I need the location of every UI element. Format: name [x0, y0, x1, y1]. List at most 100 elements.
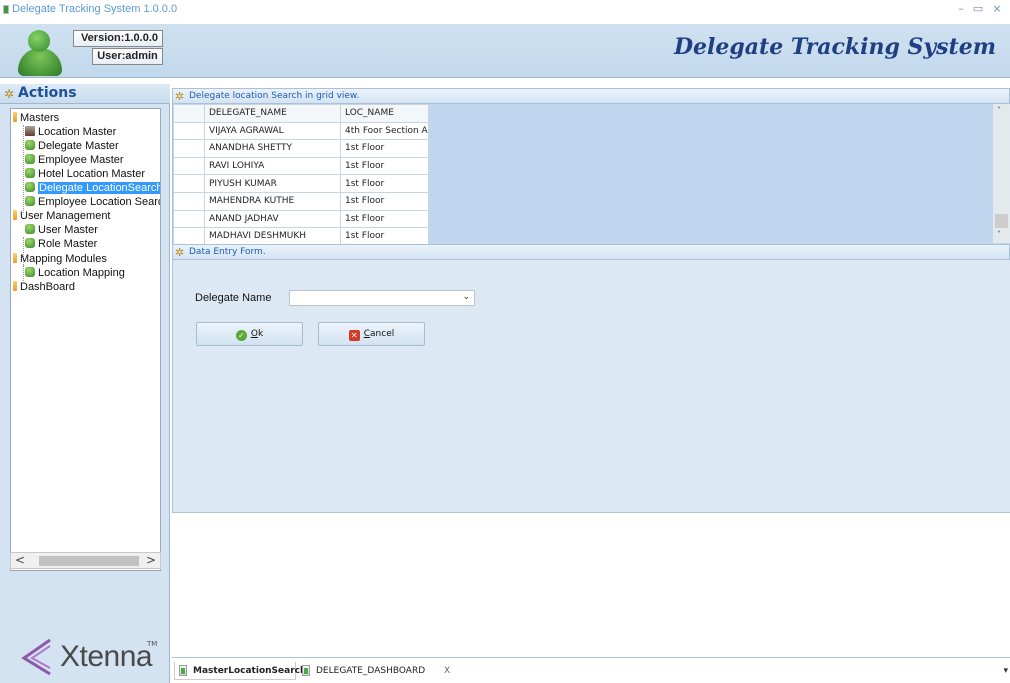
table-row[interactable]: PIYUSH KUMAR 1st Floor — [173, 174, 429, 193]
grid-vertical-scrollbar[interactable]: ˄ ˅ — [993, 104, 1010, 243]
user-icon — [25, 140, 35, 151]
app-brand-title: Delegate Tracking System — [673, 34, 996, 60]
tree-horizontal-scrollbar[interactable]: < > — [10, 552, 161, 569]
tab-label: DELEGATE_DASHBOARD — [316, 666, 426, 676]
grid-header-row: DELEGATE_NAME LOC_NAME — [173, 104, 429, 123]
delegate-name-cell[interactable]: PIYUSH KUMAR — [204, 174, 341, 193]
scroll-up-arrow-icon[interactable]: ˄ — [997, 106, 1001, 115]
delegate-name-select[interactable]: ⌄ — [289, 290, 475, 306]
user-icon — [25, 266, 35, 277]
tree-item[interactable]: Mapping Modules — [13, 252, 107, 266]
tree-item-label: Delegate LocationSearch — [38, 182, 160, 195]
tree-item[interactable]: User Master — [25, 224, 98, 237]
logo-mark-icon — [21, 638, 51, 676]
tab-close-icon[interactable]: X — [444, 666, 450, 676]
maximize-button[interactable]: ▭ — [972, 2, 984, 15]
tab-label: MasterLocationSearch — [193, 666, 307, 676]
tree-item[interactable]: Hotel Location Master — [25, 168, 145, 181]
location-name-cell[interactable]: 1st Floor — [340, 156, 429, 176]
location-name-cell[interactable]: 1st Floor — [340, 174, 429, 193]
location-name-cell[interactable]: 1st Floor — [340, 227, 429, 246]
row-header[interactable] — [173, 174, 205, 193]
app-header: Version:1.0.0.0 User:admin Delegate Trac… — [0, 24, 1010, 78]
check-icon: ✓ — [235, 330, 247, 341]
scroll-down-arrow-icon[interactable]: ˅ — [997, 230, 1001, 239]
tree-item[interactable]: Masters — [13, 112, 59, 125]
location-name-cell[interactable]: 1st Floor — [340, 209, 429, 229]
navigation-tree[interactable]: Masters Location Master Delegate Master Emp… — [10, 108, 161, 571]
table-row[interactable]: RAVI LOHIYA 1st Floor — [173, 156, 429, 176]
tab-list-arrow-icon[interactable]: ▾ — [1003, 666, 1008, 676]
xtenna-logo: Xtenna TM — [20, 634, 165, 679]
tree-item[interactable]: Role Master — [25, 238, 97, 251]
tree-item[interactable]: Location Master — [25, 126, 116, 139]
user-label: User:admin — [92, 48, 163, 65]
user-icon — [25, 224, 35, 235]
location-name-cell[interactable]: 1st Floor — [340, 139, 429, 158]
row-header[interactable] — [173, 156, 205, 176]
table-row[interactable]: MAHENDRA KUTHE 1st Floor — [173, 191, 429, 211]
location-name-cell[interactable]: 1st Floor — [340, 191, 429, 211]
delegate-name-cell[interactable]: ANAND JADHAV — [204, 209, 341, 229]
tree-item[interactable]: Location Mapping — [25, 266, 125, 280]
scroll-left-arrow-icon[interactable]: < — [13, 553, 27, 568]
tree-item-label: Employee Location Searc — [38, 196, 161, 209]
delegate-name-label: Delegate Name — [195, 292, 272, 304]
ok-label-rest: k — [257, 329, 264, 339]
grid-section-title: Delegate location Search in grid view. — [189, 91, 360, 101]
user-icon — [25, 168, 35, 179]
row-header-corner — [173, 104, 205, 123]
ok-button[interactable]: ✓ Ok — [196, 322, 303, 346]
tree-item-label: Location Mapping — [38, 266, 125, 279]
form-section-header: ✲ Data Entry Form. — [172, 244, 1010, 260]
table-row[interactable]: VIJAYA AGRAWAL 4th Foor Section A — [173, 121, 429, 141]
user-icon — [25, 154, 35, 165]
tree-item[interactable]: Delegate Master — [25, 140, 119, 153]
delegate-location-grid[interactable]: DELEGATE_NAME LOC_NAME VIJAYA AGRAWAL 4th… — [173, 104, 429, 246]
delegate-name-cell[interactable]: ANANDHA SHETTY — [204, 139, 341, 158]
column-header[interactable]: DELEGATE_NAME — [204, 104, 341, 123]
tree-item[interactable]: DashBoard — [13, 280, 75, 294]
user-icon — [25, 238, 35, 249]
tree-item[interactable]: User Management — [13, 210, 111, 223]
folder-icon — [13, 280, 17, 291]
tree-item[interactable]: Employee Master — [25, 154, 124, 167]
tab-delegate-dashboard[interactable]: DELEGATE_DASHBOARD X — [298, 662, 450, 680]
cancel-button[interactable]: ✕ Cancel — [318, 322, 425, 346]
tab-master-location-search[interactable]: MasterLocationSearch — [174, 662, 306, 680]
chevron-down-icon[interactable]: ⌄ — [462, 292, 470, 302]
table-row[interactable]: ANAND JADHAV 1st Floor — [173, 209, 429, 229]
scroll-right-arrow-icon[interactable]: > — [144, 553, 158, 568]
left-panel: Masters Location Master Delegate Master Emp… — [0, 104, 170, 683]
tree-item[interactable]: Employee Location Searc — [25, 196, 161, 209]
minimize-button[interactable]: – — [955, 2, 967, 15]
user-avatar-icon — [16, 28, 64, 76]
tree-item-label: Employee Master — [38, 154, 124, 167]
column-header[interactable]: LOC_NAME — [340, 104, 429, 123]
row-header[interactable] — [173, 209, 205, 229]
delegate-name-cell[interactable]: VIJAYA AGRAWAL — [204, 121, 341, 141]
table-row[interactable]: ANANDHA SHETTY 1st Floor — [173, 139, 429, 158]
tree-item-label: Hotel Location Master — [38, 168, 145, 181]
window-title: Delegate Tracking System 1.0.0.0 — [12, 3, 178, 15]
row-header[interactable] — [173, 139, 205, 158]
scroll-thumb[interactable] — [995, 214, 1008, 228]
tree-item-label: Mapping Modules — [20, 252, 107, 265]
scroll-thumb[interactable] — [39, 556, 139, 566]
delegate-name-cell[interactable]: RAVI LOHIYA — [204, 156, 341, 176]
gear-icon: ✲ — [175, 246, 185, 259]
delegate-name-cell[interactable]: MADHAVI DESHMUKH — [204, 227, 341, 246]
logo-trademark: TM — [147, 640, 158, 648]
user-icon — [25, 182, 35, 193]
gear-icon: ✲ — [4, 87, 15, 101]
close-button[interactable]: × — [991, 2, 1003, 15]
delegate-name-cell[interactable]: MAHENDRA KUTHE — [204, 191, 341, 211]
table-row[interactable]: MADHAVI DESHMUKH 1st Floor — [173, 227, 429, 246]
location-name-cell[interactable]: 4th Foor Section A — [340, 121, 429, 141]
tree-item[interactable]: Delegate LocationSearch — [25, 182, 160, 195]
actions-title: Actions — [18, 85, 77, 101]
row-header[interactable] — [173, 227, 205, 246]
row-header[interactable] — [173, 191, 205, 211]
row-header[interactable] — [173, 121, 205, 141]
document-icon — [179, 665, 187, 676]
